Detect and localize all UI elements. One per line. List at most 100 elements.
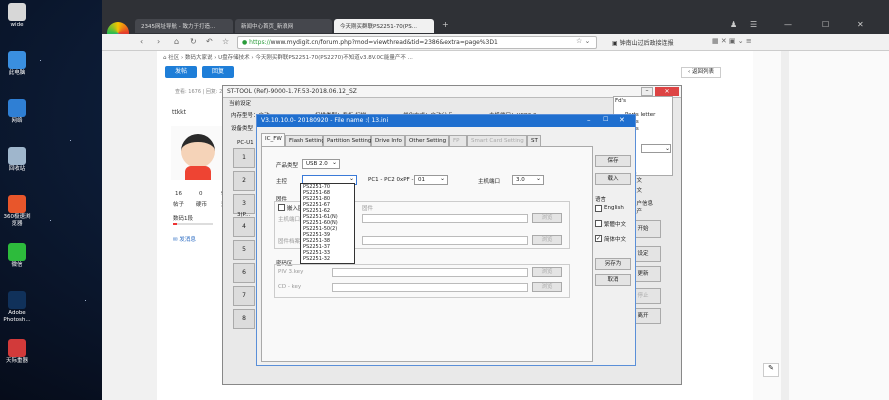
tab-sina[interactable]: 新闻中心首页_新浪网 bbox=[235, 19, 332, 33]
dialog-minimize-button[interactable]: – bbox=[587, 116, 591, 124]
fw-file-browse-button[interactable]: 浏览 bbox=[532, 235, 562, 245]
tab-mydigit[interactable]: 今天刚买群联PS2251-70(PS... bbox=[334, 19, 434, 33]
reload-icon[interactable]: ↻ bbox=[190, 37, 197, 46]
desktop-icon[interactable]: 微信 bbox=[2, 243, 32, 269]
dialog-tab[interactable]: IC_FW bbox=[261, 133, 285, 146]
address-bar[interactable]: ● https://www.mydigit.cn/forum.php?mod=v… bbox=[237, 36, 597, 49]
user-rank: 数码1段 bbox=[173, 216, 193, 222]
st-close-button[interactable]: ✕ bbox=[655, 87, 679, 96]
fw-file-input[interactable] bbox=[362, 236, 528, 245]
desktop-icon[interactable]: wide bbox=[2, 3, 32, 29]
language-checkbox[interactable] bbox=[595, 220, 602, 227]
maximize-button[interactable]: ☐ bbox=[822, 20, 829, 29]
port-row[interactable]: 2 bbox=[233, 171, 255, 191]
pc-label: PC1 - PC2 0xPF - bbox=[368, 177, 414, 183]
dialog-tab[interactable]: Other Setting bbox=[405, 135, 449, 146]
cancel-button[interactable]: 取消 bbox=[595, 274, 631, 286]
desktop-icon[interactable]: 此电脑 bbox=[2, 51, 32, 77]
language-label: 语言 bbox=[595, 197, 607, 203]
pwd-key1-browse-button[interactable]: 浏览 bbox=[532, 267, 562, 277]
desktop-icon[interactable]: Adobe Photosh... bbox=[2, 291, 32, 324]
dialog-tab[interactable]: Partition Setting bbox=[323, 135, 371, 146]
desktop-icon-label: 此电脑 bbox=[8, 70, 26, 76]
main-file-input[interactable] bbox=[362, 214, 528, 223]
back-icon[interactable]: ‹ bbox=[140, 37, 143, 46]
dialog-titlebar[interactable]: V3.10.10.0- 20180920 - File name :( 13.i… bbox=[257, 115, 635, 127]
desktop-app-icon bbox=[8, 147, 26, 165]
dialog-tab[interactable]: ST bbox=[527, 135, 541, 146]
bookmark-link[interactable]: ▣ 钟南山过后政接连报 bbox=[612, 38, 674, 47]
load-button[interactable]: 载入 bbox=[595, 173, 631, 185]
port-row[interactable]: 5 bbox=[233, 240, 255, 260]
desktop-icon-label: 360极速浏览器 bbox=[3, 214, 31, 227]
scrollbar[interactable] bbox=[781, 51, 789, 400]
right-panel: ‹ 返回列表 ✎ bbox=[681, 51, 889, 400]
undo-icon[interactable]: ↶ bbox=[206, 37, 213, 46]
dialog-tab[interactable]: Drive Info bbox=[371, 135, 405, 146]
avatar[interactable] bbox=[171, 126, 225, 180]
feedback-icon[interactable]: ✎ bbox=[763, 363, 779, 377]
desktop-icon[interactable]: 360极速浏览器 bbox=[2, 195, 32, 228]
pwd-key1-input[interactable] bbox=[332, 268, 528, 277]
bookmark-label: 钟南山过后政接连报 bbox=[619, 40, 674, 47]
forward-icon[interactable]: › bbox=[157, 37, 160, 46]
dialog-tab[interactable]: FP bbox=[449, 135, 467, 146]
post-button[interactable]: 发帖 bbox=[165, 66, 197, 78]
dialog-maximize-button[interactable]: ☐ bbox=[603, 116, 608, 123]
port-row[interactable]: 8 bbox=[233, 309, 255, 329]
minimize-button[interactable]: — bbox=[784, 20, 792, 29]
star-icon[interactable]: ☆ bbox=[222, 37, 229, 46]
language-checkbox[interactable]: ✓ bbox=[595, 235, 602, 242]
product-type-select[interactable]: USB 2.0 bbox=[302, 159, 340, 169]
embed-firmware-suffix: 固件 bbox=[362, 206, 374, 212]
tab-label: 今天刚买群联PS2251-70(PS... bbox=[340, 24, 417, 30]
desktop-app-icon bbox=[8, 99, 26, 117]
send-message-link[interactable]: ✉ 发消息 bbox=[173, 235, 196, 243]
username[interactable]: ttkkt bbox=[172, 109, 186, 116]
embed-firmware-checkbox[interactable] bbox=[278, 204, 285, 211]
desktop-icon[interactable]: 回收站 bbox=[2, 147, 32, 173]
close-button[interactable]: ✕ bbox=[857, 20, 864, 29]
port-row[interactable]: 4 bbox=[233, 217, 255, 237]
port-row[interactable]: 6 bbox=[233, 263, 255, 283]
desktop-app-icon bbox=[8, 195, 26, 213]
desktop-icon[interactable]: 天际重器 bbox=[2, 339, 32, 365]
port-row[interactable]: 7 bbox=[233, 286, 255, 306]
save-button[interactable]: 保存 bbox=[595, 155, 631, 167]
save-as-button[interactable]: 另存为 bbox=[595, 258, 631, 270]
st-minimize-button[interactable]: – bbox=[641, 87, 653, 96]
port-row[interactable]: 1 bbox=[233, 148, 255, 168]
desktop-icon[interactable]: 网络 bbox=[2, 99, 32, 125]
pc-select[interactable]: 01 bbox=[414, 175, 448, 185]
port-row[interactable]: 3 bbox=[233, 194, 255, 214]
extensions-icon[interactable]: ▦ ✕ ▣ ⌄ ≡ bbox=[712, 37, 752, 45]
language-option-label: 繁體中文 bbox=[604, 222, 627, 228]
bookmark-star-icon[interactable]: ☆ ⌄ bbox=[576, 37, 590, 45]
pwd-key2-browse-button[interactable]: 浏览 bbox=[532, 282, 562, 292]
pwd-key2-input[interactable] bbox=[332, 283, 528, 292]
dialog-close-button[interactable]: ✕ bbox=[619, 116, 625, 124]
home-icon[interactable]: ⌂ bbox=[174, 37, 179, 46]
breadcrumb-text: 社区 › 数码大家说 › U盘存储技术 › 今天刚买群联PS2251-70(PS… bbox=[168, 55, 413, 61]
new-tab-button[interactable]: + bbox=[442, 20, 449, 29]
dialog-tab[interactable]: Flash Setting bbox=[285, 135, 325, 146]
reply-button[interactable]: 回复 bbox=[202, 66, 234, 78]
tab-2345[interactable]: 2345网址导航 - 致力于打造... bbox=[135, 19, 233, 33]
language-checkbox[interactable] bbox=[595, 205, 602, 212]
controller-dropdown-list: PS2251-70 PS2251-68 PS2251-80 PS2251-67 PS22… bbox=[300, 183, 355, 264]
device-type-label: 设备类型 bbox=[231, 126, 254, 132]
side-item-fds: Fd's bbox=[615, 98, 627, 104]
host-port-label: 主机端口 bbox=[478, 179, 501, 185]
skin-icon[interactable]: ♟ bbox=[730, 20, 737, 29]
desktop-icon-label: 天际重器 bbox=[5, 358, 28, 364]
dialog-tab[interactable]: Smart Card Setting bbox=[467, 135, 527, 146]
main-file-label: 主机端口 bbox=[278, 217, 301, 223]
avatar-body bbox=[185, 166, 211, 180]
controller-option[interactable]: PS2251-32 bbox=[301, 256, 354, 262]
host-port-select[interactable]: 3.0 bbox=[512, 175, 544, 185]
menu-icon[interactable]: ☰ bbox=[750, 20, 757, 29]
side-select[interactable]: ⌄ bbox=[641, 144, 671, 153]
main-file-browse-button[interactable]: 浏览 bbox=[532, 213, 562, 223]
desktop-app-icon bbox=[8, 51, 26, 69]
back-list-button[interactable]: ‹ 返回列表 bbox=[681, 67, 721, 78]
